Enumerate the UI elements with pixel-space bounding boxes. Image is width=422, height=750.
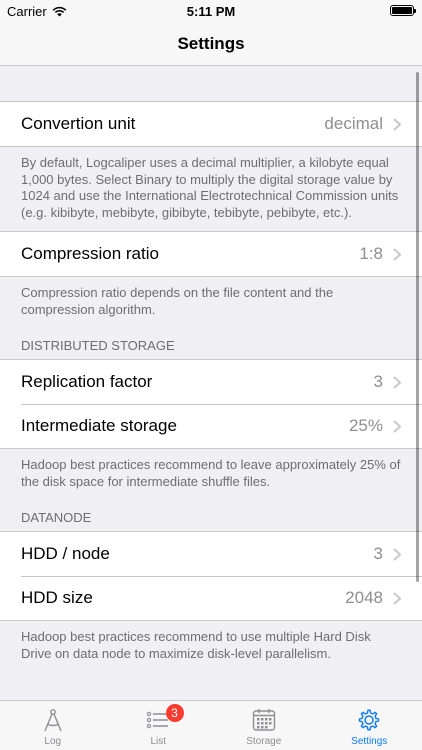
conversion-unit-value: decimal xyxy=(324,114,383,133)
compass-icon xyxy=(44,709,62,732)
settings-list[interactable]: Convertion unit decimal By default, Logc… xyxy=(0,67,422,699)
status-bar: Carrier 5:11 PM xyxy=(0,0,422,22)
tab-settings-label: Settings xyxy=(351,736,388,747)
chevron-right-icon xyxy=(393,419,401,433)
tab-log-label: Log xyxy=(44,736,62,747)
compression-ratio-value: 1:8 xyxy=(359,244,383,263)
replication-factor-row[interactable]: Replication factor 3 xyxy=(0,360,422,404)
page-title: Settings xyxy=(177,33,245,53)
tab-log[interactable]: Log xyxy=(0,701,106,750)
hdd-size-row[interactable]: HDD size 2048 xyxy=(0,576,422,620)
chevron-right-icon xyxy=(393,591,401,605)
datanode-header: DATANODE xyxy=(21,510,92,525)
hdd-per-node-value: 3 xyxy=(373,544,383,563)
distributed-storage-footer: Hadoop best practices recommend to leave… xyxy=(21,457,401,489)
conversion-unit-label: Convertion unit xyxy=(21,114,136,133)
tab-storage-label: Storage xyxy=(246,736,282,747)
chevron-right-icon xyxy=(393,375,401,389)
datanode-group: HDD / node 3 HDD size 2048 xyxy=(0,531,422,621)
compression-group: Compression ratio 1:8 xyxy=(0,231,422,277)
tab-list[interactable]: 3 List xyxy=(106,701,212,750)
intermediate-storage-value: 25% xyxy=(348,416,383,435)
calendar-grid-icon xyxy=(252,709,275,731)
battery-icon xyxy=(390,5,416,16)
compression-ratio-label: Compression ratio xyxy=(21,244,159,263)
conversion-footer: By default, Logcaliper uses a decimal mu… xyxy=(21,155,399,220)
navigation-bar: Settings xyxy=(0,22,422,66)
tab-storage[interactable]: Storage xyxy=(211,701,317,750)
chevron-right-icon xyxy=(393,247,401,261)
hdd-per-node-label: HDD / node xyxy=(21,544,110,563)
chevron-right-icon xyxy=(393,117,401,131)
hdd-size-value: 2048 xyxy=(345,588,383,607)
list-badge: 3 xyxy=(165,704,184,722)
tab-list-label: List xyxy=(150,736,167,747)
datanode-footer: Hadoop best practices recommend to use m… xyxy=(21,629,371,661)
scrollbar[interactable] xyxy=(416,72,419,582)
gear-icon xyxy=(359,709,380,731)
compression-ratio-row[interactable]: Compression ratio 1:8 xyxy=(0,232,422,276)
hdd-size-label: HDD size xyxy=(21,588,93,607)
replication-factor-label: Replication factor xyxy=(21,372,153,391)
conversion-group: Convertion unit decimal xyxy=(0,101,422,147)
tab-bar: Log 3 List Storage Settings xyxy=(0,700,422,750)
replication-factor-value: 3 xyxy=(373,372,383,391)
distributed-storage-group: Replication factor 3 Intermediate storag… xyxy=(0,359,422,449)
status-time: 5:11 PM xyxy=(186,4,236,19)
compression-footer: Compression ratio depends on the file co… xyxy=(21,285,334,317)
tab-settings[interactable]: Settings xyxy=(317,701,422,750)
conversion-unit-row[interactable]: Convertion unit decimal xyxy=(0,102,422,146)
distributed-storage-header: DISTRIBUTED STORAGE xyxy=(21,338,175,353)
hdd-per-node-row[interactable]: HDD / node 3 xyxy=(0,532,422,576)
chevron-right-icon xyxy=(393,547,401,561)
intermediate-storage-label: Intermediate storage xyxy=(21,416,177,435)
intermediate-storage-row[interactable]: Intermediate storage 25% xyxy=(0,404,422,448)
